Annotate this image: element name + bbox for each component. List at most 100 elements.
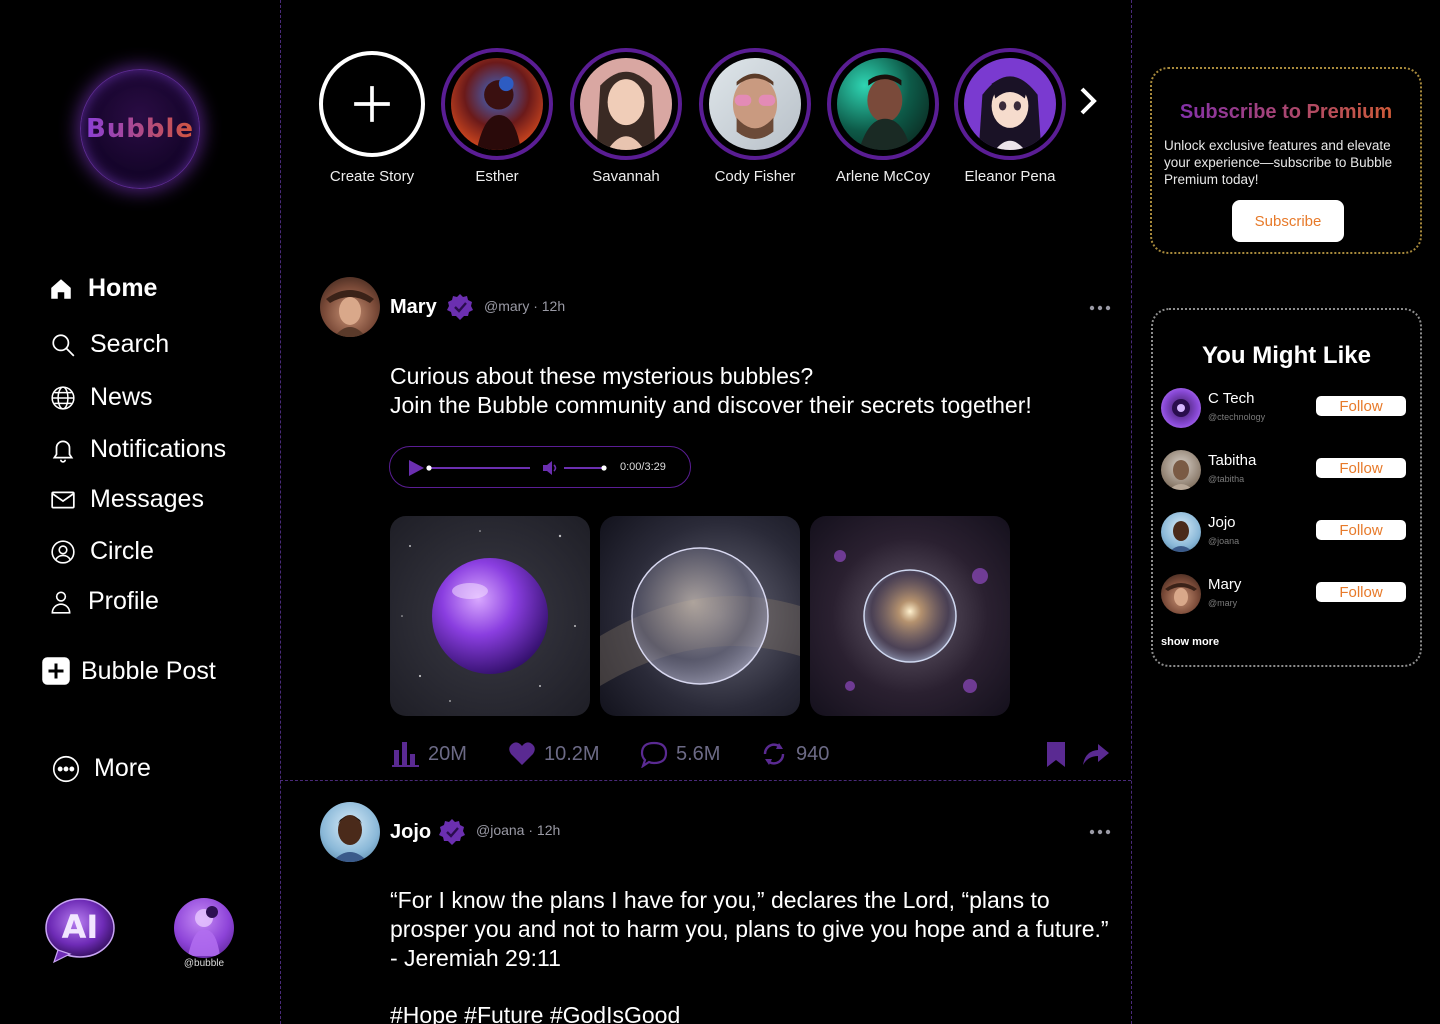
create-story[interactable]: Create Story: [314, 48, 430, 185]
bubble-logo[interactable]: Bubble: [80, 69, 200, 189]
suggestion-row: Jojo @joana Follow: [1161, 512, 1413, 554]
views-stat[interactable]: 20M: [392, 740, 467, 768]
suggestion-handle: @ctechnology: [1208, 412, 1266, 422]
post-image[interactable]: [810, 516, 1010, 716]
story-savannah[interactable]: Savannah: [568, 48, 684, 185]
current-user-avatar[interactable]: [174, 898, 234, 958]
nav-profile[interactable]: Profile: [48, 587, 159, 616]
story-avatar: [837, 58, 929, 150]
nav-circle-label: Circle: [90, 537, 154, 565]
suggestion-handle: @mary: [1208, 598, 1238, 608]
story-avatar: [709, 58, 801, 150]
ai-label: AI: [61, 908, 99, 946]
nav-more-label: More: [94, 754, 151, 782]
nav-more[interactable]: More: [52, 754, 151, 783]
repost-icon: [763, 743, 785, 765]
play-icon[interactable]: [407, 459, 425, 477]
logo-text: Bubble: [85, 114, 195, 144]
create-story-label: Create Story: [329, 168, 415, 185]
follow-button[interactable]: Follow: [1316, 520, 1406, 540]
nav-circle[interactable]: Circle: [50, 537, 154, 566]
heart-icon: [509, 742, 535, 765]
post-hashtags[interactable]: #Hope #Future #GodIsGood: [390, 1001, 680, 1024]
post-options-button[interactable]: [1089, 294, 1111, 317]
premium-title: Subscribe to Premium: [1152, 101, 1420, 124]
suggestion-name[interactable]: Tabitha: [1208, 452, 1256, 469]
nav-messages[interactable]: Messages: [50, 485, 204, 514]
left-sidebar: Bubble Home Search News Notifications Me…: [0, 0, 280, 1024]
ai-assistant-button[interactable]: AI: [44, 898, 116, 964]
comments-count: 5.6M: [676, 742, 721, 765]
suggestion-handle: @joana: [1208, 536, 1240, 546]
story-esther[interactable]: Esther: [439, 48, 555, 185]
comment-button[interactable]: 5.6M: [640, 740, 720, 768]
nav-news-label: News: [90, 383, 153, 411]
story-cody-fisher[interactable]: Cody Fisher: [697, 48, 813, 185]
follow-button[interactable]: Follow: [1316, 582, 1406, 602]
bookmark-button[interactable]: [1042, 740, 1070, 768]
suggestion-avatar[interactable]: [1161, 512, 1201, 552]
nav-search-label: Search: [90, 330, 170, 358]
suggestion-name[interactable]: C Tech: [1208, 390, 1254, 407]
share-button[interactable]: [1082, 740, 1110, 768]
post-author-name[interactable]: Jojo: [390, 821, 431, 844]
post-options-button[interactable]: [1089, 818, 1111, 841]
story-avatar: [580, 58, 672, 150]
volume-icon[interactable]: [542, 459, 560, 477]
post-divider: [280, 780, 1131, 781]
bubble-post-label: Bubble Post: [81, 656, 216, 685]
suggestion-avatar[interactable]: [1161, 450, 1201, 490]
post-author-avatar[interactable]: [320, 277, 380, 337]
audio-time: 0:00/3:29: [620, 461, 666, 473]
post-author-name[interactable]: Mary: [390, 296, 437, 319]
suggestion-name[interactable]: Jojo: [1208, 514, 1236, 531]
nav-home-label: Home: [88, 274, 158, 302]
likes-count: 10.2M: [544, 742, 600, 765]
subscribe-button[interactable]: Subscribe: [1232, 200, 1344, 242]
volume-slider[interactable]: [564, 465, 608, 471]
show-more-link[interactable]: show more: [1161, 636, 1219, 648]
suggestions-card: You Might Like C Tech @ctechnology Follo…: [1151, 308, 1422, 667]
user-icon: [48, 589, 74, 615]
nav-home[interactable]: Home: [48, 274, 157, 303]
audio-player: 0:00/3:29: [389, 446, 691, 488]
current-user-handle: @bubble: [183, 958, 225, 969]
bar-chart-icon: [392, 742, 419, 767]
story-name: Savannah: [592, 168, 660, 185]
views-count: 20M: [428, 742, 467, 765]
user-circle-icon: [50, 539, 76, 565]
galaxy-bubble-image: [834, 550, 988, 693]
nav-notifications[interactable]: Notifications: [50, 435, 226, 464]
story-arlene-mccoy[interactable]: Arlene McCoy: [825, 48, 941, 185]
nav-search[interactable]: Search: [50, 330, 169, 359]
story-avatar: [964, 58, 1056, 150]
nav-profile-label: Profile: [88, 587, 159, 615]
nav-news[interactable]: News: [50, 383, 153, 412]
search-icon: [50, 332, 76, 358]
post-text-line-1: Curious about these mysterious bubbles?: [390, 363, 814, 389]
suggestion-handle: @tabitha: [1208, 474, 1245, 484]
suggestion-avatar[interactable]: [1161, 574, 1201, 614]
bubble-post-button[interactable]: Bubble Post: [41, 656, 216, 686]
post-image[interactable]: [390, 516, 590, 716]
story-eleanor-pena[interactable]: Eleanor Pena: [952, 48, 1068, 185]
audio-progress-bar[interactable]: [426, 465, 530, 471]
share-icon: [1083, 744, 1109, 765]
follow-button[interactable]: Follow: [1316, 458, 1406, 478]
globe-icon: [50, 385, 76, 411]
suggestions-title: You Might Like: [1202, 342, 1371, 369]
create-story-button[interactable]: [319, 51, 425, 157]
post-author-avatar[interactable]: [320, 802, 380, 862]
like-button[interactable]: 10.2M: [508, 740, 600, 768]
nav-messages-label: Messages: [90, 485, 204, 513]
suggestion-avatar[interactable]: [1161, 388, 1201, 428]
more-horizontal-icon: [1089, 305, 1111, 311]
stories-next-button[interactable]: [1078, 86, 1098, 125]
mail-icon: [50, 487, 76, 513]
suggestion-name[interactable]: Mary: [1208, 576, 1241, 593]
follow-button[interactable]: Follow: [1316, 396, 1406, 416]
post-image[interactable]: [600, 516, 800, 716]
repost-button[interactable]: 940: [760, 740, 829, 768]
reposts-count: 940: [796, 742, 830, 765]
post-meta: @mary · 12h: [484, 298, 566, 314]
